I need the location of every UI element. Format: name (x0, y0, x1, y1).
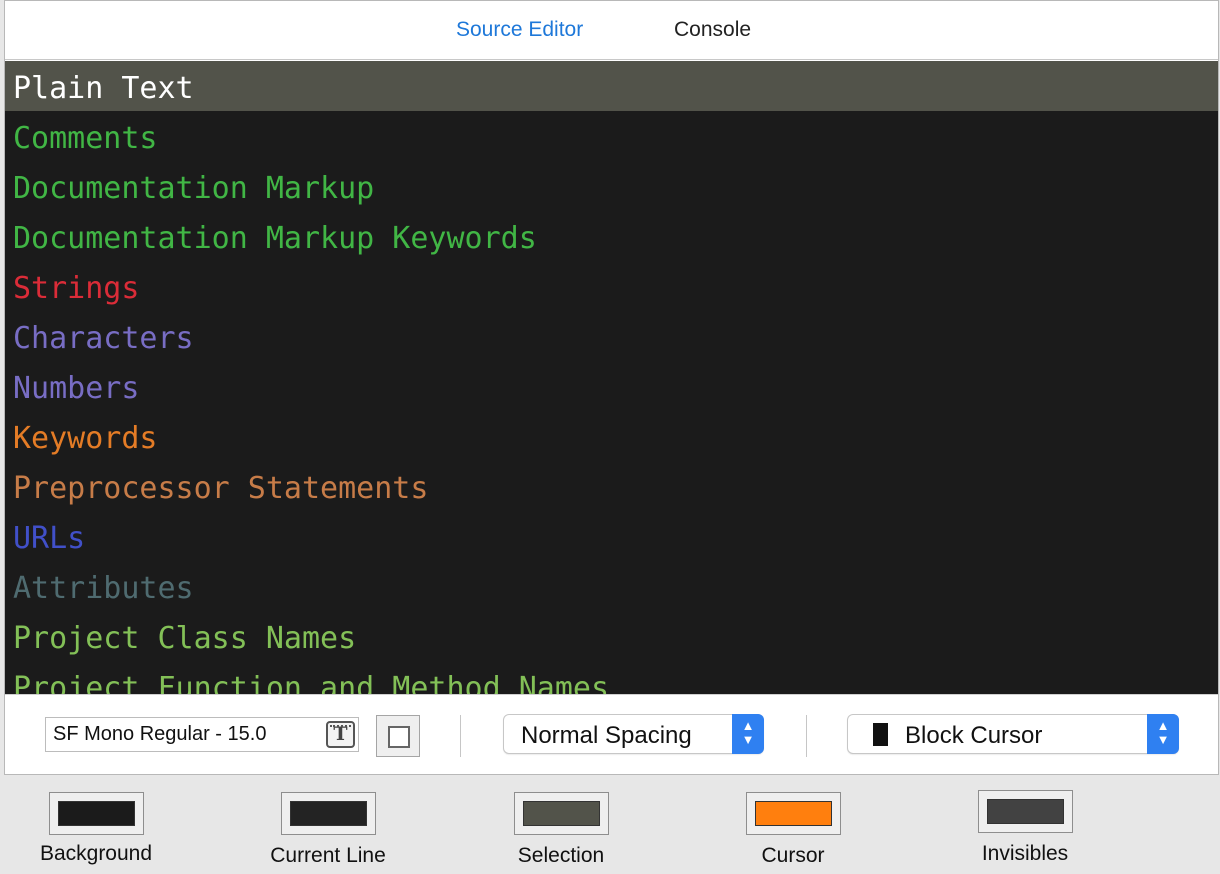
swatch-color-fill (523, 801, 600, 826)
swatch-color-fill (987, 799, 1064, 824)
syntax-item-row[interactable]: Keywords (5, 411, 1218, 461)
font-toolbar: SF Mono Regular - 15.0 T Normal Spacing … (5, 694, 1218, 774)
tab-source-editor[interactable]: Source Editor (456, 18, 583, 42)
block-cursor-icon (873, 723, 888, 746)
popup-chevron-icon: ▲ ▼ (1147, 714, 1179, 754)
swatch-invisibles[interactable] (978, 790, 1073, 833)
swatch-label-selection: Selection (517, 844, 605, 867)
swatch-background[interactable] (49, 792, 144, 835)
line-spacing-popup[interactable]: Normal Spacing ▲ ▼ (503, 714, 764, 754)
swatch-label-cursor: Cursor (761, 844, 825, 867)
swatch-label-background: Background (39, 842, 153, 865)
swatch-current-line[interactable] (281, 792, 376, 835)
syntax-item-row[interactable]: Numbers (5, 361, 1218, 411)
tab-console[interactable]: Console (674, 18, 751, 42)
cursor-style-value: Block Cursor (905, 722, 1043, 749)
syntax-item-row[interactable]: URLs (5, 511, 1218, 561)
syntax-item-row[interactable]: Plain Text (5, 61, 1218, 111)
font-picker-icon[interactable]: T (326, 721, 355, 748)
cursor-style-popup[interactable]: Block Cursor ▲ ▼ (847, 714, 1179, 754)
syntax-item-row[interactable]: Project Class Names (5, 611, 1218, 661)
syntax-item-row[interactable]: Attributes (5, 561, 1218, 611)
toolbar-divider (806, 715, 807, 757)
swatch-color-fill (755, 801, 832, 826)
tab-bar: Source Editor Console (5, 1, 1218, 60)
line-spacing-value: Normal Spacing (521, 722, 692, 749)
syntax-item-row[interactable]: Documentation Markup Keywords (5, 211, 1218, 261)
font-field[interactable]: SF Mono Regular - 15.0 T (45, 717, 359, 752)
syntax-item-row[interactable]: Preprocessor Statements (5, 461, 1218, 511)
color-well-swatch (388, 726, 410, 748)
swatch-cursor[interactable] (746, 792, 841, 835)
swatch-label-invisibles: Invisibles (981, 842, 1069, 865)
syntax-item-row[interactable]: Comments (5, 111, 1218, 161)
swatch-color-fill (290, 801, 367, 826)
syntax-item-row[interactable]: Characters (5, 311, 1218, 361)
popup-chevron-icon: ▲ ▼ (732, 714, 764, 754)
editor-settings-panel: Source Editor Console Plain Text Comments… (4, 0, 1219, 775)
toolbar-divider (460, 715, 461, 757)
swatch-selection[interactable] (514, 792, 609, 835)
color-well-button[interactable] (376, 715, 420, 757)
swatch-color-fill (58, 801, 135, 826)
syntax-item-row[interactable]: Documentation Markup (5, 161, 1218, 211)
syntax-item-row[interactable]: Strings (5, 261, 1218, 311)
syntax-element-list[interactable]: Plain Text Comments Documentation Markup Do… (5, 61, 1218, 694)
syntax-item-row[interactable]: Project Function and Method Names (5, 661, 1218, 694)
swatch-label-current-line: Current Line (270, 844, 386, 867)
font-field-value: SF Mono Regular - 15.0 (53, 723, 267, 745)
